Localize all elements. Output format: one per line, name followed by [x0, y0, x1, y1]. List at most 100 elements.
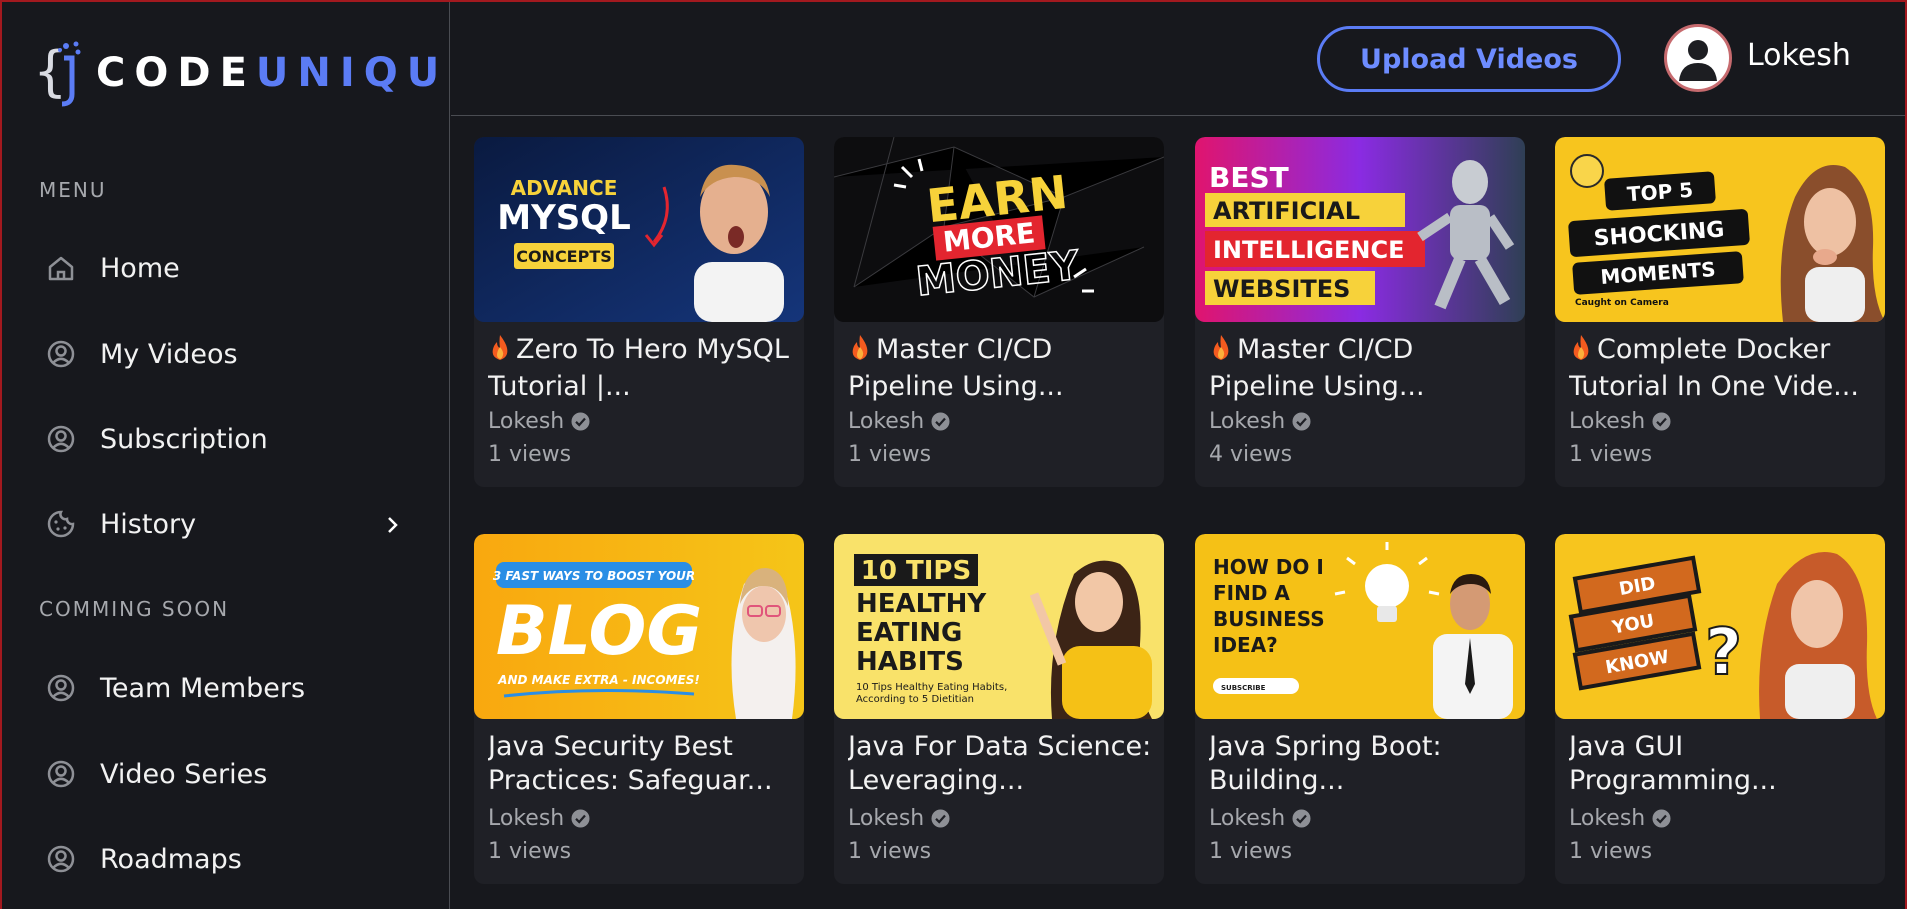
user-circle-icon — [44, 671, 78, 705]
sidebar-item-label: Home — [100, 252, 180, 284]
video-card[interactable]: 10 TIPS HEALTHY EATING HABITS 10 Tips He… — [834, 534, 1164, 884]
fire-icon — [488, 333, 512, 370]
video-thumbnail[interactable]: EARN MORE MONEY — [834, 137, 1164, 322]
fire-icon — [1569, 333, 1593, 370]
video-thumbnail[interactable]: 10 TIPS HEALTHY EATING HABITS 10 Tips He… — [834, 534, 1164, 719]
video-card[interactable]: DID YOU KNOW ? Java GUI Programming... L… — [1555, 534, 1885, 884]
view-count: 4 views — [1209, 442, 1293, 467]
video-thumbnail[interactable]: ADVANCE MYSQL CONCEPTS — [474, 137, 804, 322]
video-title[interactable]: Master CI/CD Pipeline Using... — [1209, 333, 1515, 401]
video-thumbnail[interactable]: BEST ARTIFICIAL INTELLIGENCE WEBSITES — [1195, 137, 1525, 322]
channel-name[interactable]: Lokesh — [848, 409, 950, 434]
sidebar-item-home[interactable]: Home — [44, 240, 404, 296]
video-title[interactable]: Java For Data Science: Leveraging... — [848, 730, 1154, 798]
channel-name[interactable]: Lokesh — [1569, 806, 1671, 831]
video-thumbnail[interactable]: HOW DO I FIND A BUSINESS IDEA? SUBSCRIBE — [1195, 534, 1525, 719]
svg-text:?: ? — [1705, 616, 1742, 690]
verified-icon — [1652, 412, 1671, 431]
sidebar-item-label: My Videos — [100, 338, 238, 370]
verified-icon — [931, 809, 950, 828]
menu-section-title: MENU — [39, 178, 107, 202]
user-circle-icon — [44, 337, 78, 371]
logo-brace-icon: { — [34, 40, 81, 107]
video-thumbnail[interactable]: 3 FAST WAYS TO BOOST YOUR BLOG AND MAKE … — [474, 534, 804, 719]
video-title[interactable]: Master CI/CD Pipeline Using... — [848, 333, 1154, 401]
video-card[interactable]: ADVANCE MYSQL CONCEPTS Zero To Hero MySQ… — [474, 137, 804, 487]
thumb-text: 10 TIPS — [861, 556, 971, 586]
view-count: 1 views — [1569, 839, 1653, 864]
thumb-text: HOW DO I — [1213, 555, 1324, 579]
top-header: Upload Videos Lokesh — [451, 0, 1907, 116]
thumb-text: INTELLIGENCE — [1213, 236, 1404, 264]
sidebar: { CODEUNIQU MENU Home My Videos Subscrip… — [0, 0, 450, 909]
coming-soon-section-title: COMMING SOON — [39, 597, 230, 621]
verified-icon — [571, 412, 590, 431]
thumb-text: IDEA? — [1213, 633, 1278, 657]
chevron-right-icon — [388, 517, 398, 533]
user-avatar-icon — [1679, 40, 1717, 81]
username[interactable]: Lokesh — [1747, 38, 1851, 73]
sidebar-item-history[interactable]: History — [44, 496, 404, 552]
sidebar-item-video-series[interactable]: Video Series — [44, 746, 404, 802]
video-title[interactable]: Zero To Hero MySQL Tutorial |... — [488, 333, 794, 401]
thumb-text: CONCEPTS — [516, 247, 612, 266]
sidebar-item-label: Subscription — [100, 423, 268, 455]
thumb-text: BEST — [1209, 161, 1289, 194]
verified-icon — [931, 412, 950, 431]
video-title[interactable]: Java Spring Boot: Building... — [1209, 730, 1515, 798]
brand-logo[interactable]: { CODEUNIQU — [34, 38, 448, 108]
thumb-text: AND MAKE EXTRA - INCOMES! — [497, 673, 700, 687]
channel-name[interactable]: Lokesh — [1209, 806, 1311, 831]
thumb-text: BUSINESS — [1213, 607, 1325, 631]
view-count: 1 views — [848, 839, 932, 864]
channel-name[interactable]: Lokesh — [488, 409, 590, 434]
sidebar-item-label: Team Members — [100, 672, 306, 704]
thumb-text: 10 Tips Healthy Eating Habits, — [856, 682, 1007, 693]
user-circle-icon — [44, 757, 78, 791]
thumb-text: HABITS — [856, 647, 964, 677]
thumb-text: TOP 5 — [1626, 178, 1694, 207]
verified-icon — [1652, 809, 1671, 828]
thumb-text: MYSQL — [497, 198, 631, 238]
sidebar-item-team-members[interactable]: Team Members — [44, 660, 404, 716]
video-title[interactable]: Java Security Best Practices: Safeguar..… — [488, 730, 794, 798]
view-count: 1 views — [488, 442, 572, 467]
sidebar-item-label: Roadmaps — [100, 843, 242, 875]
video-card[interactable]: BEST ARTIFICIAL INTELLIGENCE WEBSITES Ma… — [1195, 137, 1525, 487]
video-thumbnail[interactable]: TOP 5 SHOCKING MOMENTS Caught on Camera — [1555, 137, 1885, 322]
thumb-text: According to 5 Dietitian — [856, 694, 974, 705]
channel-name[interactable]: Lokesh — [1569, 409, 1671, 434]
video-card[interactable]: EARN MORE MONEY Master CI/CD Pipeline Us… — [834, 137, 1164, 487]
video-card[interactable]: TOP 5 SHOCKING MOMENTS Caught on Camera … — [1555, 137, 1885, 487]
channel-name[interactable]: Lokesh — [1209, 409, 1311, 434]
thumb-text: Caught on Camera — [1575, 298, 1669, 308]
video-title[interactable]: Complete Docker Tutorial In One Vide... — [1569, 333, 1875, 401]
video-card[interactable]: HOW DO I FIND A BUSINESS IDEA? SUBSCRIBE… — [1195, 534, 1525, 884]
brand-name: CODEUNIQU — [96, 50, 449, 96]
channel-name[interactable]: Lokesh — [488, 806, 590, 831]
user-circle-icon — [44, 422, 78, 456]
sidebar-item-roadmaps[interactable]: Roadmaps — [44, 831, 404, 887]
cookie-icon — [44, 507, 78, 541]
sidebar-item-my-videos[interactable]: My Videos — [44, 326, 404, 382]
user-circle-icon — [44, 842, 78, 876]
avatar[interactable] — [1664, 24, 1732, 92]
channel-name[interactable]: Lokesh — [848, 806, 950, 831]
sidebar-item-label: Video Series — [100, 758, 268, 790]
home-icon — [44, 251, 78, 285]
view-count: 1 views — [1209, 839, 1293, 864]
thumb-text: ADVANCE — [511, 176, 618, 200]
sidebar-item-label: History — [100, 508, 197, 540]
upload-videos-button[interactable]: Upload Videos — [1317, 26, 1621, 92]
thumb-text: HEALTHY — [856, 589, 987, 619]
view-count: 1 views — [848, 442, 932, 467]
verified-icon — [571, 809, 590, 828]
fire-icon — [1209, 333, 1233, 370]
thumb-text: 3 FAST WAYS TO BOOST YOUR — [493, 569, 695, 583]
thumb-text: ARTIFICIAL — [1213, 197, 1360, 225]
video-title[interactable]: Java GUI Programming... — [1569, 730, 1875, 798]
video-card[interactable]: 3 FAST WAYS TO BOOST YOUR BLOG AND MAKE … — [474, 534, 804, 884]
sidebar-item-subscription[interactable]: Subscription — [44, 411, 404, 467]
video-thumbnail[interactable]: DID YOU KNOW ? — [1555, 534, 1885, 719]
verified-icon — [1292, 412, 1311, 431]
